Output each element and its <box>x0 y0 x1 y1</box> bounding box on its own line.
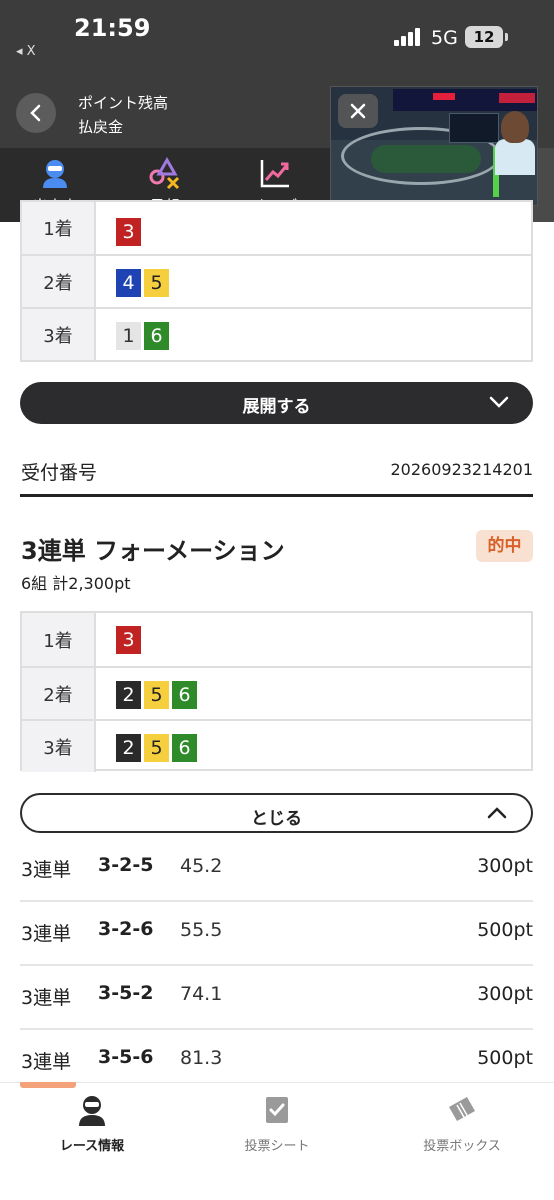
hit-badge: 的中 <box>476 530 533 562</box>
bet-combination: 3-2-5 <box>98 854 154 876</box>
place-label: 3着 <box>22 309 96 360</box>
collapse-button[interactable]: とじる <box>20 793 533 833</box>
points-balance-label: ポイント残高 <box>78 94 169 112</box>
grid-row: 2着 2 5 6 <box>22 666 531 719</box>
video-close-button[interactable] <box>338 94 378 128</box>
boat-number: 2 <box>116 681 141 709</box>
nav-label: レース情報 <box>59 1139 125 1154</box>
boat-number: 5 <box>144 681 169 709</box>
nav-race-info[interactable]: レース情報 <box>0 1093 184 1154</box>
bet-title: 3連単 フォーメーション <box>21 537 285 565</box>
payout-label: 払戻金 <box>78 118 124 136</box>
bet-type: 3連単 <box>21 859 72 881</box>
boat-number: 6 <box>172 681 197 709</box>
place-label: 1着 <box>22 202 96 254</box>
place-label: 2着 <box>22 256 96 307</box>
bet-summary: 6組 計2,300pt <box>21 574 131 593</box>
place-label: 2着 <box>22 668 96 719</box>
status-bar: 21:59 ◂ X 5G 12 <box>0 0 554 80</box>
ticket-icon <box>449 1097 475 1121</box>
bet-type: 3連単 <box>21 987 72 1009</box>
previous-bet-grid: 1着 3 2着 4 5 3着 1 6 <box>20 200 533 362</box>
collapse-button-label: とじる <box>251 809 302 829</box>
grid-row: 3着 1 6 <box>22 307 531 360</box>
bet-type: 3連単 <box>21 923 72 945</box>
bet-row: 3連単 3-2-6 55.5 500pt <box>20 902 533 966</box>
place-label: 1着 <box>22 613 96 666</box>
bet-combination: 3-2-6 <box>98 918 154 940</box>
boat-number: 2 <box>116 734 141 762</box>
racer-icon <box>79 1096 105 1126</box>
bet-row: 3連単 3-5-2 74.1 300pt <box>20 966 533 1030</box>
bottom-navigation: レース情報 投票シート 投票ボックス <box>0 1082 554 1200</box>
bet-odds: 45.2 <box>180 855 223 877</box>
check-sheet-icon <box>266 1097 288 1123</box>
prediction-icon <box>149 156 180 190</box>
boat-number: 4 <box>116 269 141 297</box>
bet-odds: 74.1 <box>180 983 223 1005</box>
divider <box>20 494 533 497</box>
bet-amount: 300pt <box>477 855 533 877</box>
close-icon <box>350 103 366 119</box>
status-time: 21:59 <box>74 14 151 42</box>
boat-number: 1 <box>116 322 141 350</box>
battery-icon: 12 <box>465 26 508 48</box>
grid-row: 3着 2 5 6 <box>22 719 531 772</box>
nav-bet-box[interactable]: 投票ボックス <box>370 1093 554 1154</box>
expand-button[interactable]: 展開する <box>20 382 533 424</box>
bet-odds: 55.5 <box>180 919 223 941</box>
bet-odds: 81.3 <box>180 1047 223 1069</box>
boat-number: 3 <box>116 218 141 246</box>
grid-row: 2着 4 5 <box>22 254 531 307</box>
formation-grid: 1着 3 2着 2 5 6 3着 2 5 6 <box>20 611 533 772</box>
nav-label: 投票シート <box>244 1139 310 1154</box>
signal-icon <box>394 28 424 46</box>
boat-number: 5 <box>144 269 169 297</box>
bet-combination: 3-5-2 <box>98 982 154 1004</box>
back-to-app-link[interactable]: ◂ X <box>16 44 36 59</box>
chevron-down-icon <box>489 396 509 408</box>
bet-amount: 300pt <box>477 983 533 1005</box>
hidden-badge-edge <box>20 1082 76 1088</box>
nav-bet-sheet[interactable]: 投票シート <box>185 1093 369 1154</box>
boat-number: 3 <box>116 626 141 654</box>
boat-number: 5 <box>144 734 169 762</box>
chevron-up-icon <box>487 807 507 819</box>
bet-amount: 500pt <box>477 919 533 941</box>
grid-row: 1着 3 <box>22 613 531 666</box>
expand-button-label: 展開する <box>242 397 311 417</box>
bet-amount: 500pt <box>477 1047 533 1069</box>
nav-label: 投票ボックス <box>423 1139 501 1154</box>
bet-type: 3連単 <box>21 1051 72 1073</box>
receipt-number-label: 受付番号 <box>21 462 98 484</box>
receipt-number-value: 20260923214201 <box>390 460 533 479</box>
place-label: 3着 <box>22 721 96 772</box>
racer-icon <box>43 160 67 188</box>
boat-number: 6 <box>144 322 169 350</box>
grid-row: 1着 3 <box>22 202 531 254</box>
bet-combination: 3-5-6 <box>98 1046 154 1068</box>
chevron-left-icon <box>30 104 41 122</box>
chart-trend-icon <box>260 160 289 188</box>
boat-number: 6 <box>172 734 197 762</box>
network-type: 5G <box>431 27 458 49</box>
bet-row: 3連単 3-2-5 45.2 300pt <box>20 838 533 902</box>
back-button[interactable] <box>16 93 56 133</box>
